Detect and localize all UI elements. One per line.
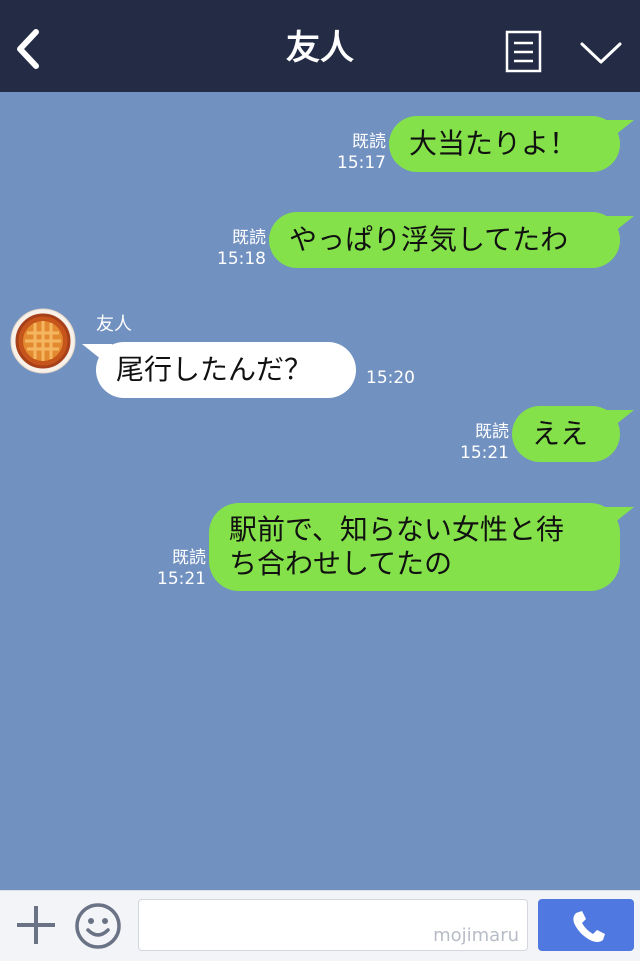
- back-button[interactable]: [10, 26, 50, 72]
- read-receipt: 既読: [232, 228, 266, 248]
- message-time: 15:18: [217, 249, 266, 269]
- phone-icon: [573, 911, 605, 942]
- message-text: ええ: [532, 417, 589, 450]
- plus-icon: [17, 906, 55, 944]
- note-icon: [505, 30, 542, 73]
- call-button[interactable]: [538, 899, 634, 951]
- message-text-line: 駅前で、知らない女性と待: [229, 513, 564, 546]
- message-input[interactable]: mojimaru: [138, 899, 528, 951]
- message-meta: 既読 15:18: [216, 228, 266, 270]
- chat-header: 友人: [0, 0, 640, 92]
- add-button[interactable]: [14, 903, 58, 947]
- chevron-left-icon: [17, 29, 39, 69]
- friend-avatar[interactable]: [10, 308, 76, 374]
- read-receipt: 既読: [172, 548, 206, 568]
- message-text: 大当たりよ！: [409, 127, 578, 160]
- smiley-icon: [75, 903, 121, 949]
- chat-title: 友人: [286, 28, 354, 68]
- read-receipt: 既読: [352, 132, 386, 152]
- outgoing-message[interactable]: やっぱり浮気してたわ: [269, 212, 620, 268]
- sender-name: 友人: [96, 314, 132, 335]
- message-meta: 既読 15:21: [459, 422, 509, 464]
- message-time: 15:17: [337, 153, 386, 173]
- message-meta: 既読 15:21: [156, 548, 206, 590]
- outgoing-message[interactable]: 駅前で、知らない女性と待 ち合わせしてたの: [209, 503, 620, 591]
- message-area[interactable]: 既読 15:17 大当たりよ！ 既読 15:18 やっぱり浮気してたわ 友人 尾…: [0, 92, 640, 890]
- note-button[interactable]: [504, 30, 544, 74]
- pie-avatar-icon: [10, 308, 76, 374]
- outgoing-message[interactable]: 大当たりよ！: [389, 116, 620, 172]
- message-time: 15:20: [366, 368, 415, 388]
- input-bar: mojimaru: [0, 890, 640, 961]
- read-receipt: 既読: [475, 422, 509, 442]
- message-text-line: ち合わせしてたの: [229, 547, 453, 580]
- message-time: 15:21: [157, 569, 206, 589]
- outgoing-message[interactable]: ええ: [512, 406, 620, 462]
- watermark: mojimaru: [433, 925, 519, 946]
- message-text: 尾行したんだ？: [116, 353, 313, 386]
- dropdown-button[interactable]: [576, 34, 626, 70]
- incoming-message[interactable]: 尾行したんだ？: [96, 342, 356, 398]
- message-time: 15:21: [460, 443, 509, 463]
- message-meta: 既読 15:17: [336, 132, 386, 174]
- emoji-button[interactable]: [74, 902, 122, 950]
- message-text: やっぱり浮気してたわ: [289, 223, 569, 256]
- chevron-down-icon: [580, 42, 622, 64]
